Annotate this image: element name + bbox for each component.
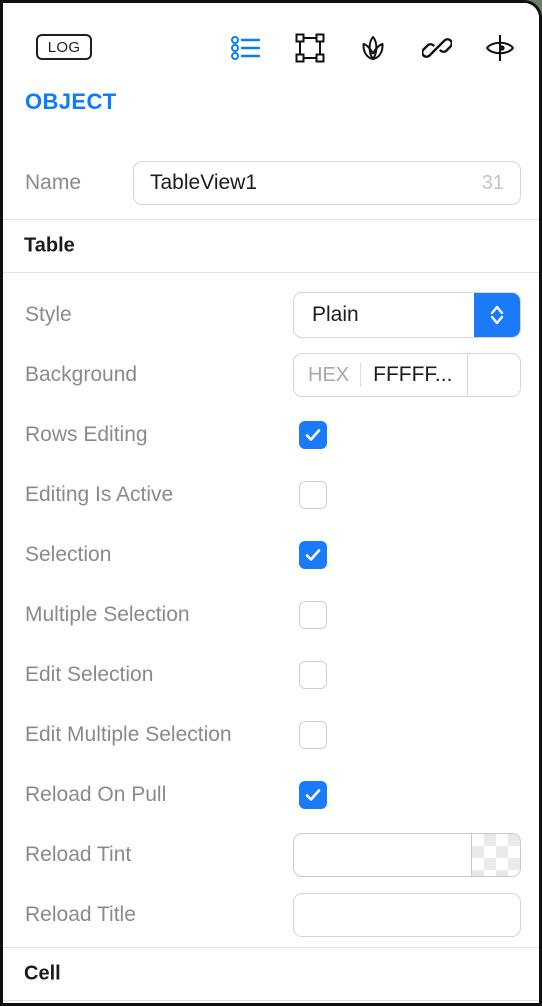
name-character-counter: 31 (481, 171, 504, 194)
background-color-swatch[interactable] (467, 354, 520, 396)
eye-icon[interactable] (479, 27, 521, 69)
background-hex-value: FFFFF... (373, 363, 453, 386)
divider (3, 272, 539, 273)
inspector-window: LOG OBJECT Name TableView1 31 Table Styl… (0, 0, 542, 1006)
link-icon[interactable] (416, 27, 458, 69)
edit-multiple-selection-checkbox[interactable] (299, 721, 327, 749)
chevron-updown-icon[interactable] (474, 293, 520, 337)
background-color-field[interactable]: HEX FFFFF... (293, 353, 521, 397)
reload-title-row: Reload Title (3, 885, 539, 945)
reload-title-label: Reload Title (25, 903, 136, 926)
edit-multiple-selection-label: Edit Multiple Selection (25, 723, 232, 746)
multiple-selection-checkbox[interactable] (299, 601, 327, 629)
editing-is-active-label: Editing Is Active (25, 483, 174, 506)
hex-prefix-label: HEX (308, 363, 350, 386)
selection-checkbox[interactable] (299, 541, 327, 569)
divider (3, 1000, 539, 1001)
reload-tint-value (294, 834, 471, 876)
tulip-icon[interactable] (352, 27, 394, 69)
transparent-color-swatch[interactable] (471, 834, 520, 876)
name-input[interactable]: TableView1 31 (133, 161, 521, 205)
editing-is-active-row: Editing Is Active (3, 465, 539, 525)
list-icon[interactable] (225, 27, 267, 69)
reload-on-pull-label: Reload On Pull (25, 783, 167, 806)
bounding-box-icon[interactable] (289, 27, 331, 69)
toolbar: LOG (3, 3, 539, 77)
edit-selection-row: Edit Selection (3, 645, 539, 705)
table-section-header: Table (3, 220, 539, 272)
rows-editing-label: Rows Editing (25, 423, 148, 446)
edit-selection-label: Edit Selection (25, 663, 154, 686)
editing-is-active-checkbox[interactable] (299, 481, 327, 509)
style-select[interactable]: Plain (293, 292, 521, 338)
reload-title-input[interactable] (293, 893, 521, 937)
background-label: Background (25, 363, 138, 386)
multiple-selection-label: Multiple Selection (25, 603, 190, 626)
name-label: Name (25, 171, 82, 194)
style-label: Style (25, 303, 72, 326)
name-input-value: TableView1 (150, 171, 258, 194)
style-select-value: Plain (312, 303, 359, 326)
toolbar-icon-group (225, 27, 521, 69)
style-row: Style Plain (3, 285, 539, 345)
selection-row: Selection (3, 525, 539, 585)
reload-on-pull-checkbox[interactable] (299, 781, 327, 809)
cell-section-header: Cell (3, 948, 539, 1000)
reload-on-pull-row: Reload On Pull (3, 765, 539, 825)
name-row: Name TableView1 31 (3, 153, 539, 213)
selection-label: Selection (25, 543, 112, 566)
inspector-panel: LOG OBJECT Name TableView1 31 Table Styl… (3, 3, 539, 1003)
multiple-selection-row: Multiple Selection (3, 585, 539, 645)
object-section-heading: OBJECT (25, 89, 117, 114)
rows-editing-row: Rows Editing (3, 405, 539, 465)
table-section-title: Table (24, 234, 75, 257)
cell-section-title: Cell (24, 962, 61, 985)
log-button[interactable]: LOG (36, 34, 92, 60)
background-row: Background HEX FFFFF... (3, 345, 539, 405)
rows-editing-checkbox[interactable] (299, 421, 327, 449)
reload-tint-field[interactable] (293, 833, 521, 877)
edit-selection-checkbox[interactable] (299, 661, 327, 689)
edit-multiple-selection-row: Edit Multiple Selection (3, 705, 539, 765)
reload-tint-label: Reload Tint (25, 843, 132, 866)
reload-tint-row: Reload Tint (3, 825, 539, 885)
